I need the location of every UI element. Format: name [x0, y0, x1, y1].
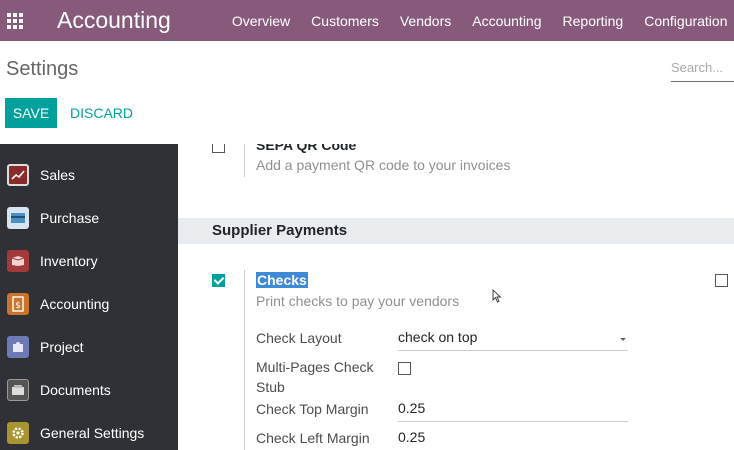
search-input[interactable]	[671, 56, 734, 75]
option-divider	[244, 270, 245, 450]
checks-title: Checks	[256, 272, 308, 288]
search-box	[671, 56, 734, 82]
app-brand[interactable]: Accounting	[57, 7, 171, 34]
top-margin-label: Check Top Margin	[256, 401, 369, 417]
sidebar-item-accounting[interactable]: $ Accounting	[0, 282, 178, 325]
sidebar-item-documents[interactable]: Documents	[0, 368, 178, 411]
top-menu: Overview Customers Vendors Accounting Re…	[232, 13, 734, 29]
checks-checkbox[interactable]	[212, 274, 225, 287]
chevron-down-icon	[620, 338, 626, 341]
sidebar-item-sales[interactable]: Sales	[0, 153, 178, 196]
sidebar-item-label: Documents	[40, 381, 111, 398]
top-navbar: Accounting Overview Customers Vendors Ac…	[0, 0, 734, 41]
sidebar-item-general-settings[interactable]: General Settings	[0, 411, 178, 450]
check-layout-select[interactable]: check on top	[398, 329, 628, 351]
menu-reporting[interactable]: Reporting	[563, 13, 624, 29]
sidebar-item-inventory[interactable]: Inventory	[0, 239, 178, 282]
sepa-qr-checkbox[interactable]	[212, 144, 225, 153]
check-layout-value: check on top	[398, 329, 478, 345]
mouse-cursor-icon	[492, 289, 502, 303]
menu-accounting[interactable]: Accounting	[472, 13, 541, 29]
section-title: Supplier Payments	[212, 222, 348, 239]
section-header: Supplier Payments	[178, 218, 734, 244]
svg-text:$: $	[15, 301, 21, 311]
apps-grid-icon[interactable]	[7, 12, 23, 30]
sidebar-item-project[interactable]: Project	[0, 325, 178, 368]
menu-configuration[interactable]: Configuration	[644, 13, 727, 29]
settings-content: SEPA QR Code Add a payment QR code to yo…	[178, 144, 734, 450]
left-margin-input[interactable]: 0.25	[398, 429, 628, 450]
sales-chart-icon	[7, 163, 29, 186]
multipage-stub-label: Multi-Pages Check Stub	[256, 359, 374, 395]
sidebar-item-label: Sales	[40, 166, 76, 183]
top-margin-input[interactable]: 0.25	[398, 400, 628, 422]
save-button[interactable]: SAVE	[5, 98, 57, 128]
inventory-box-icon	[7, 249, 29, 272]
menu-overview[interactable]: Overview	[232, 13, 290, 29]
settings-sidebar: Sales Purchase Inventory $ Accounting Pr…	[0, 144, 178, 450]
sidebar-item-label: General Settings	[40, 424, 145, 441]
menu-vendors[interactable]: Vendors	[400, 13, 451, 29]
checks-description: Print checks to pay your vendors	[256, 293, 460, 309]
page-title: Settings	[6, 58, 79, 80]
gear-icon	[7, 421, 29, 444]
menu-customers[interactable]: Customers	[311, 13, 379, 29]
purchase-card-icon	[7, 206, 29, 229]
sepa-qr-title: SEPA QR Code	[256, 144, 357, 153]
sidebar-item-label: Inventory	[40, 252, 98, 269]
check-layout-label: Check Layout	[256, 330, 342, 346]
sidebar-item-purchase[interactable]: Purchase	[0, 196, 178, 239]
sidebar-item-label: Project	[40, 338, 84, 355]
accounting-doc-icon: $	[7, 292, 29, 315]
right-option-checkbox[interactable]	[715, 274, 728, 287]
left-margin-label: Check Left Margin	[256, 430, 370, 446]
documents-box-icon	[7, 378, 29, 401]
discard-button[interactable]: DISCARD	[70, 98, 133, 128]
multipage-stub-checkbox[interactable]	[398, 362, 411, 375]
sidebar-item-label: Purchase	[40, 209, 100, 226]
sidebar-item-label: Accounting	[40, 295, 110, 312]
option-divider	[244, 144, 245, 177]
project-puzzle-icon	[7, 335, 29, 358]
sepa-qr-description: Add a payment QR code to your invoices	[256, 157, 511, 173]
